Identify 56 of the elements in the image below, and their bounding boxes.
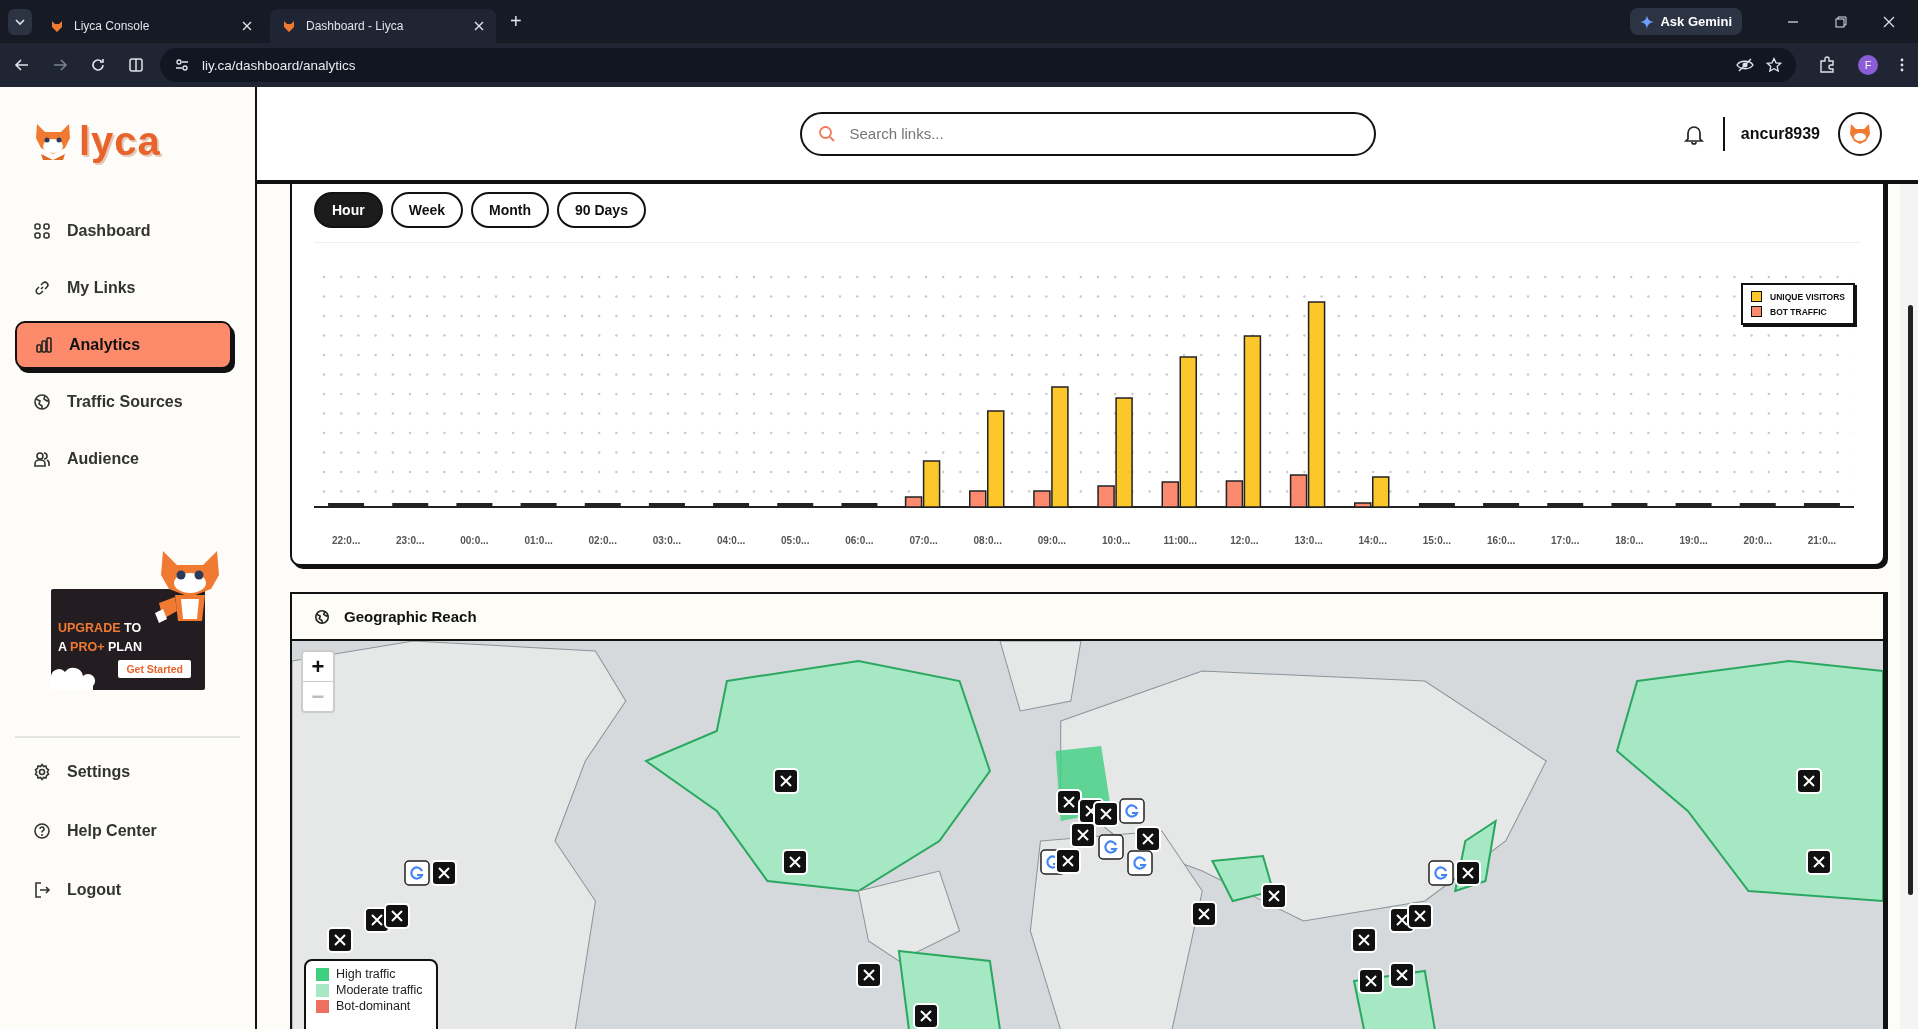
range-tab[interactable]: 90 Days (557, 192, 646, 228)
axis-label: 18:0... (1614, 535, 1645, 546)
axis-label: 19:0... (1678, 535, 1709, 546)
upgrade-banner[interactable]: UPGRADE TO A PRO+ PLAN Get Started (51, 589, 205, 690)
axis-label: 16:0... (1485, 535, 1517, 546)
legend-label: BOT TRAFFIC (1770, 306, 1827, 317)
axis-label: 14:0... (1357, 535, 1388, 546)
range-tab[interactable]: Hour (314, 192, 383, 228)
nav-item[interactable]: Traffic Sources (15, 378, 240, 426)
axis-label: 07:0... (908, 535, 939, 546)
axis-label: 03:0... (651, 535, 683, 546)
axis-label: 09:0... (1036, 535, 1068, 546)
browser-tab[interactable]: Dashboard - Liyca (270, 9, 496, 43)
nav-item[interactable]: Logout (15, 866, 240, 914)
nav-item[interactable]: Dashboard (15, 207, 240, 255)
profile-avatar[interactable]: F (1858, 55, 1878, 75)
nav-item[interactable]: My Links (15, 264, 240, 312)
tab-title: Liyca Console (74, 19, 151, 33)
card-title: Geographic Reach (344, 608, 477, 625)
legend-label: Moderate traffic (336, 983, 423, 997)
username: ancur8939 (1740, 124, 1820, 143)
axis-label: 06:0... (844, 535, 875, 546)
zoom-in-button[interactable]: + (303, 652, 333, 681)
promo-text: UPGRADE TO A PRO+ PLAN (58, 620, 142, 656)
axis-label: 17:0... (1550, 535, 1581, 546)
axis-label: 12:0... (1229, 535, 1260, 546)
axis-label: 08:0... (972, 535, 1003, 546)
axis-label: 04:0... (715, 535, 747, 546)
ask-gemini-button[interactable]: Ask Gemini (1630, 8, 1742, 35)
axis-label: 23:0... (395, 535, 426, 546)
browser-tab[interactable]: Liyca Console (38, 9, 264, 43)
new-tab-button[interactable]: + (502, 10, 530, 33)
axis-label: 20:0... (1742, 535, 1773, 546)
tab-title: Dashboard - Liyca (306, 19, 405, 33)
axis-label: 02:0... (587, 535, 618, 546)
axis-label: 22:0... (330, 535, 362, 546)
url-text: liy.ca/dashboard/analytics (202, 57, 356, 73)
axis-label: 11:00... (1162, 535, 1198, 546)
legend-label: UNIQUE VISITORS (1770, 291, 1845, 302)
range-tab[interactable]: Month (471, 192, 549, 228)
legend-label: Bot-dominant (336, 999, 411, 1013)
search-field[interactable]: Search links... (799, 111, 1376, 156)
axis-label: 01:0... (523, 535, 554, 546)
address-bar[interactable]: liy.ca/dashboard/analytics (160, 48, 1796, 82)
axis-label: 21:0... (1806, 535, 1838, 546)
axis-label: 13:0... (1293, 535, 1324, 546)
legend-label: High traffic (336, 967, 396, 981)
nav-item[interactable]: Help Center (15, 807, 240, 855)
range-tab[interactable]: Week (390, 192, 463, 228)
axis-label: 10:0... (1100, 535, 1132, 546)
axis-label: 15:0... (1421, 535, 1453, 546)
axis-label: 00:0... (459, 535, 490, 546)
logo-text: lyca (79, 118, 161, 164)
nav-item[interactable]: Audience (15, 435, 240, 483)
nav-item[interactable]: Settings (15, 748, 240, 796)
axis-label: 05:0... (780, 535, 811, 546)
